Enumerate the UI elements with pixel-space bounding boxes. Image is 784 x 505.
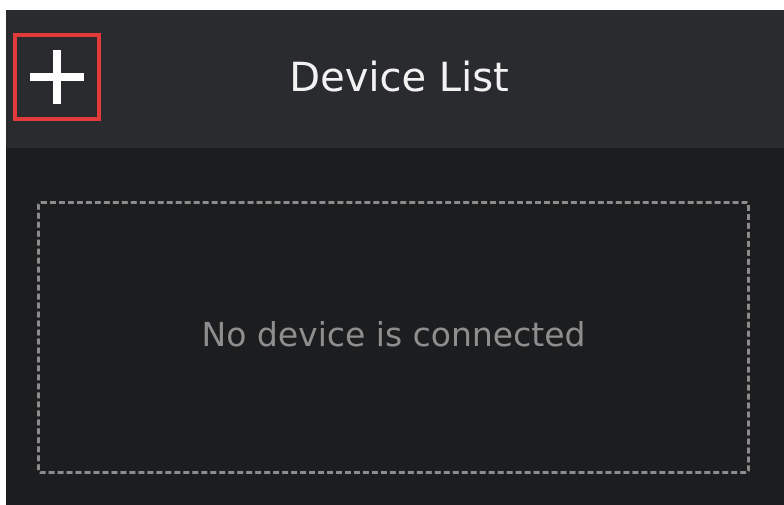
page-title: Device List <box>289 55 509 101</box>
header-bar: Device List <box>6 10 784 148</box>
empty-state-message: No device is connected <box>201 315 586 354</box>
device-list-screen: Device List No device is connected <box>6 10 784 505</box>
empty-device-placeholder: No device is connected <box>37 201 750 474</box>
